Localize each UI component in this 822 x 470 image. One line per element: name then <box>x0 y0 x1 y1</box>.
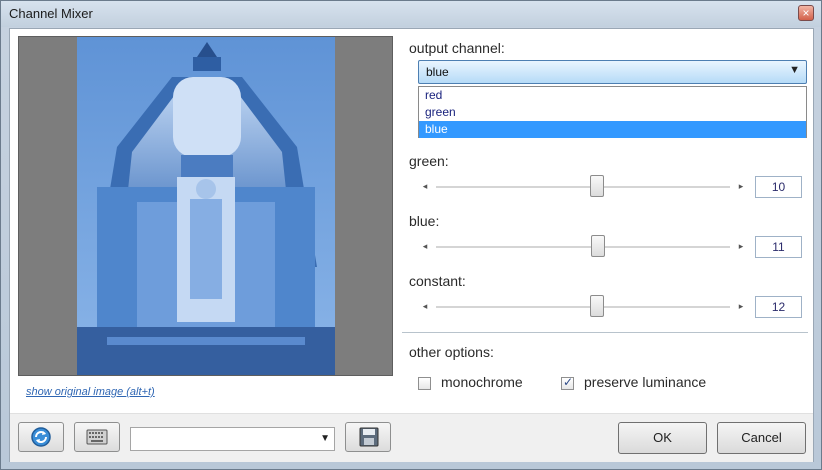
green-right-arrow-icon[interactable]: ▸ <box>734 179 748 193</box>
other-options-label: other options: <box>409 344 494 360</box>
constant-slider-track <box>436 306 730 308</box>
channel-mixer-window: Channel Mixer × show original image (alt… <box>0 0 822 470</box>
constant-slider-thumb[interactable] <box>590 295 604 317</box>
green-slider-thumb[interactable] <box>590 175 604 197</box>
monochrome-label[interactable]: monochrome <box>441 374 523 390</box>
green-slider-track <box>436 186 730 188</box>
divider <box>402 332 808 333</box>
keyboard-button[interactable] <box>74 422 120 452</box>
blue-slider-track <box>436 246 730 248</box>
option-red[interactable]: red <box>419 87 806 104</box>
blue-slider[interactable]: ◂ ▸ <box>418 235 748 259</box>
preset-combo[interactable]: ▼ <box>130 427 335 451</box>
show-original-image-link[interactable]: show original image (alt+t) <box>26 386 155 398</box>
chevron-down-icon: ▼ <box>789 64 800 76</box>
refresh-icon <box>31 427 51 447</box>
preserve-luminance-label[interactable]: preserve luminance <box>584 374 706 390</box>
blue-right-arrow-icon[interactable]: ▸ <box>734 239 748 253</box>
window-title: Channel Mixer <box>9 6 93 21</box>
output-channel-dropdown-list: red green blue <box>418 86 807 138</box>
constant-slider[interactable]: ◂ ▸ <box>418 295 748 319</box>
green-left-arrow-icon[interactable]: ◂ <box>418 179 432 193</box>
output-channel-value: blue <box>426 65 449 79</box>
constant-label: constant: <box>409 273 466 289</box>
image-preview <box>18 36 393 376</box>
blue-value-field[interactable]: 11 <box>755 236 802 258</box>
constant-left-arrow-icon[interactable]: ◂ <box>418 299 432 313</box>
preview-photo <box>77 37 335 375</box>
blue-slider-thumb[interactable] <box>591 235 605 257</box>
dialog-client-area: show original image (alt+t) output chann… <box>9 28 814 462</box>
save-preset-button[interactable] <box>345 422 391 452</box>
title-bar[interactable]: Channel Mixer × <box>1 1 821 27</box>
blue-left-arrow-icon[interactable]: ◂ <box>418 239 432 253</box>
green-label: green: <box>409 153 449 169</box>
bottom-toolbar: ▼ OK Cancel <box>10 413 813 462</box>
save-icon <box>359 427 379 447</box>
blue-label: blue: <box>409 213 440 229</box>
monochrome-checkbox[interactable] <box>418 377 431 390</box>
constant-right-arrow-icon[interactable]: ▸ <box>734 299 748 313</box>
green-slider[interactable]: ◂ ▸ <box>418 175 748 199</box>
ok-button[interactable]: OK <box>618 422 707 454</box>
option-green[interactable]: green <box>419 104 806 121</box>
chevron-down-icon: ▼ <box>320 433 330 444</box>
output-channel-label: output channel: <box>409 40 505 56</box>
cancel-button[interactable]: Cancel <box>717 422 806 454</box>
constant-value-field[interactable]: 12 <box>755 296 802 318</box>
close-button[interactable]: × <box>798 5 814 21</box>
green-value-field[interactable]: 10 <box>755 176 802 198</box>
keyboard-icon <box>86 429 108 445</box>
close-icon: × <box>802 6 810 20</box>
output-channel-select[interactable]: blue ▼ <box>418 60 807 84</box>
preserve-luminance-checkbox[interactable] <box>561 375 574 390</box>
reset-button[interactable] <box>18 422 64 452</box>
option-blue[interactable]: blue <box>419 121 806 138</box>
